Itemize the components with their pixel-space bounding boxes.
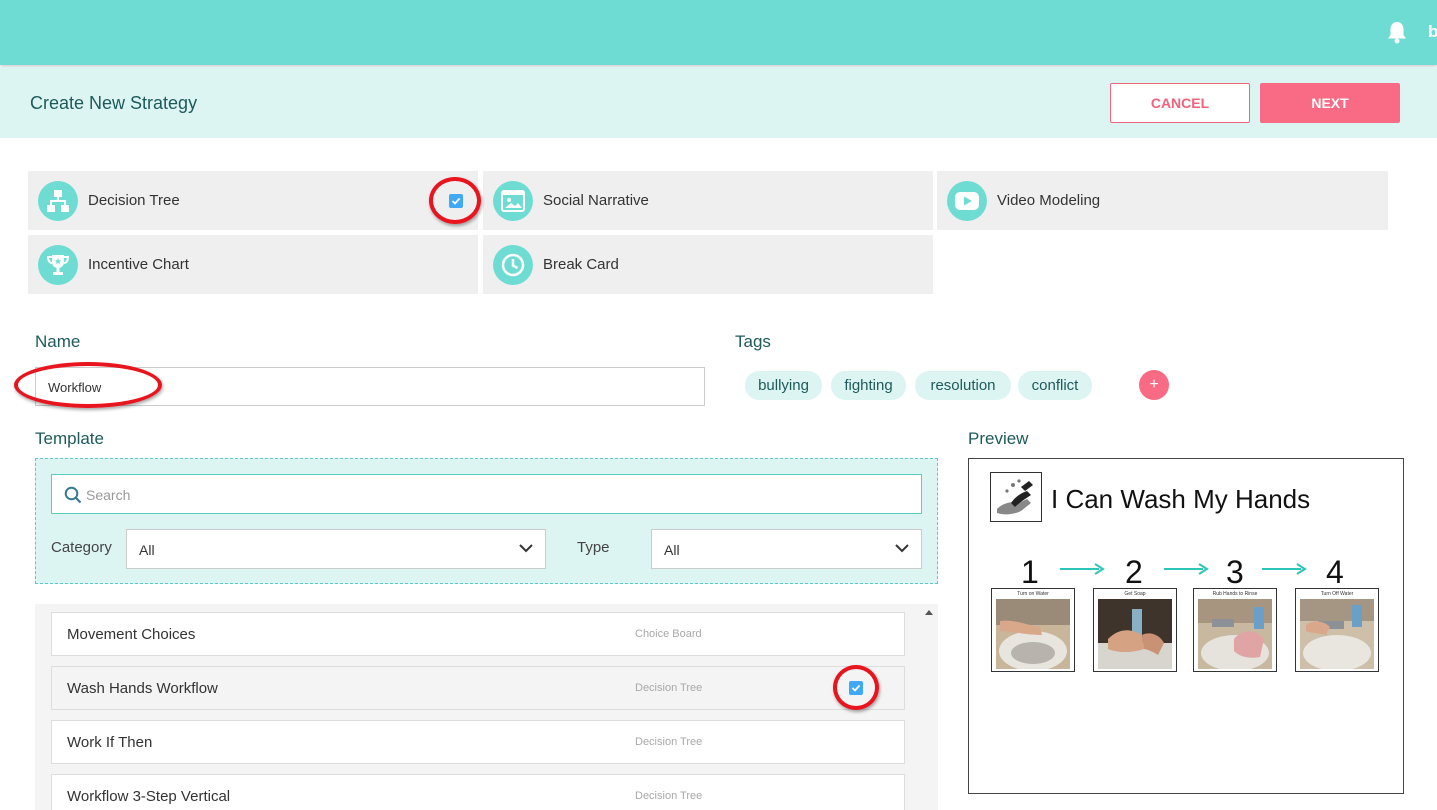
step-caption: Turn Off Water [1320,591,1354,597]
add-tag-button[interactable]: + [1139,370,1169,400]
type-label: Break Card [543,256,619,273]
type-value: All [664,542,680,558]
handwash-icon [990,472,1042,522]
template-type: Decision Tree [635,790,703,802]
step-number: 3 [1226,554,1244,590]
category-label: Category [51,539,112,556]
cancel-button[interactable]: CANCEL [1110,83,1250,123]
checkbox-checked-icon[interactable] [449,194,463,208]
trophy-icon [38,244,78,285]
type-card-break-card[interactable]: Break Card [483,235,933,294]
template-type: Decision Tree [635,736,703,748]
tag-chip[interactable]: fighting [831,371,906,400]
type-card-incentive-chart[interactable]: Incentive Chart [28,235,478,294]
step-card: Turn on Water [991,588,1075,672]
template-label: Template [35,429,104,448]
step-card: Turn Off Water [1295,588,1379,672]
arrow-right-icon [1060,563,1105,575]
step-caption: Rub Hands to Rinse [1212,591,1258,597]
category-value: All [139,542,155,558]
type-label: Incentive Chart [88,256,189,273]
arrow-right-icon [1164,563,1209,575]
step-caption: Get Soap [1124,591,1146,597]
template-type: Decision Tree [635,682,703,694]
tags-label: Tags [735,332,771,351]
name-label: Name [35,332,81,351]
chevron-down-icon [519,544,533,553]
decision-tree-icon [38,180,78,221]
next-button[interactable]: NEXT [1260,83,1400,123]
template-list[interactable]: Movement Choices Choice Board Wash Hands… [35,604,938,810]
template-list-item[interactable]: Wash Hands Workflow Decision Tree [51,666,905,710]
step-number: 4 [1326,554,1344,590]
preview-label: Preview [968,429,1029,448]
type-card-video-modeling[interactable]: Video Modeling [937,171,1388,230]
type-card-social-narrative[interactable]: Social Narrative [483,171,933,230]
template-list-item[interactable]: Movement Choices Choice Board [51,612,905,656]
user-avatar[interactable]: b [1428,22,1437,42]
rinse-photo [1198,599,1272,669]
step-card: Rub Hands to Rinse [1193,588,1277,672]
faucet-photo [1300,599,1374,669]
step-number: 2 [1125,554,1143,590]
preview-panel: I Can Wash My Hands 1 2 3 4 Turn on Wate… [968,458,1404,794]
name-input[interactable]: Workflow [35,367,705,406]
search-icon [64,486,82,504]
template-list-item[interactable]: Workflow 3-Step Vertical Decision Tree [51,774,905,810]
template-type: Choice Board [635,628,702,640]
tag-chip[interactable]: conflict [1018,371,1092,400]
template-name: Wash Hands Workflow [67,680,218,697]
tag-chip[interactable]: resolution [915,371,1011,400]
soap-photo [1098,599,1172,669]
page-title: Create New Strategy [30,93,198,113]
bell-icon[interactable] [1386,20,1408,44]
template-filter-panel: Category All Type All [35,458,938,584]
type-card-decision-tree[interactable]: Decision Tree [28,171,478,230]
search-input[interactable] [86,485,886,505]
type-filter-label: Type [577,539,610,556]
step-number: 1 [1021,554,1039,590]
type-label: Social Narrative [543,192,649,209]
step-caption: Turn on Water [1017,591,1049,597]
image-icon [493,180,533,221]
scroll-up-arrow-icon[interactable] [925,610,933,615]
arrow-right-icon [1262,563,1307,575]
clock-icon [493,244,533,285]
checkbox-checked-icon[interactable] [849,681,863,695]
template-name: Movement Choices [67,626,196,643]
template-name: Work If Then [67,734,153,751]
chevron-down-icon [895,544,909,553]
tag-chip[interactable]: bullying [745,371,822,400]
page-header: Create New Strategy CANCEL NEXT [0,67,1437,138]
category-select[interactable]: All [126,529,546,569]
sink-photo [996,599,1070,669]
top-bar: b [0,0,1437,65]
type-label: Video Modeling [997,192,1101,209]
type-select[interactable]: All [651,529,922,569]
preview-title: I Can Wash My Hands [1051,484,1311,514]
play-icon [947,180,987,221]
type-label: Decision Tree [88,192,180,209]
step-card: Get Soap [1093,588,1177,672]
search-box[interactable] [51,474,922,514]
template-name: Workflow 3-Step Vertical [67,788,231,805]
template-list-item[interactable]: Work If Then Decision Tree [51,720,905,764]
